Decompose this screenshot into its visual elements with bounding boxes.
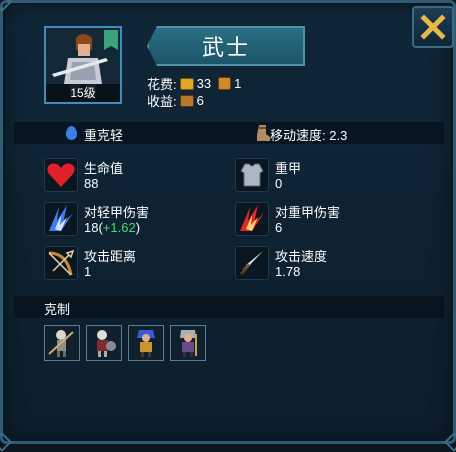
bow-icon: [44, 246, 78, 280]
skeleton-warrior-icon: [87, 326, 121, 360]
counter-band: 克制: [14, 296, 444, 318]
corner-ornament: [0, 432, 12, 452]
unit-portrait: 15级: [44, 26, 122, 104]
income-value: 6: [196, 93, 204, 108]
move-speed: 移动速度: 2.3: [270, 128, 348, 143]
boot-icon: [257, 125, 270, 141]
counter-unit-grey-haired-mage[interactable]: [170, 325, 206, 361]
dmg-light-label: 对轻甲伤害: [84, 205, 150, 220]
income-chest-icon: [179, 94, 194, 107]
blue-haired-rogue-icon: [129, 326, 163, 360]
gold-icon: [179, 77, 194, 90]
corner-ornament: [444, 432, 456, 452]
supply-icon: [218, 77, 232, 90]
cost-supply: 1: [234, 76, 242, 91]
dmg-heavy-value: 6: [275, 220, 283, 235]
counter-unit-skeleton-spearman[interactable]: [44, 325, 80, 361]
hp-value: 88: [84, 176, 99, 191]
unit-level: 15级: [46, 84, 120, 102]
dmg-light-value-row: 18(+1.62): [84, 220, 140, 235]
unit-name: 武士: [147, 26, 305, 66]
bonus-close-paren: ): [135, 220, 141, 235]
cost-gold: 33: [196, 76, 212, 91]
dagger-icon: [235, 246, 269, 280]
dmg-light-value: 18: [84, 220, 99, 235]
range-label: 攻击距离: [84, 249, 137, 264]
blue-slash-icon: [44, 202, 78, 236]
corner-ornament: [0, 0, 12, 12]
light-armor-drop-icon: [66, 126, 77, 140]
grey-haired-mage-icon: [171, 326, 205, 360]
atk-speed-value: 1.78: [275, 264, 301, 279]
hp-label: 生命值: [84, 161, 124, 176]
dmg-light-bonus: +1.62: [102, 220, 136, 235]
close-icon: [420, 14, 446, 40]
counter-unit-blue-haired-rogue[interactable]: [128, 325, 164, 361]
counter-label: 克制: [44, 302, 71, 317]
close-button[interactable]: [412, 6, 454, 48]
income-label: 收益:: [147, 94, 177, 109]
range-value: 1: [84, 264, 92, 279]
atk-speed-label: 攻击速度: [275, 249, 328, 264]
counter-unit-skeleton-warrior[interactable]: [86, 325, 122, 361]
armor-class-label: 重克轻: [84, 128, 124, 143]
heart-icon: [44, 158, 78, 192]
armor-icon: [235, 158, 269, 192]
armor-value: 0: [275, 176, 283, 191]
income-row: 收益: 6: [147, 91, 204, 110]
red-slash-icon: [235, 202, 269, 236]
armor-label: 重甲: [275, 161, 302, 176]
dmg-heavy-label: 对重甲伤害: [275, 205, 341, 220]
skeleton-spearman-icon: [45, 326, 79, 360]
traits-band: 重克轻 移动速度: 2.3: [14, 122, 444, 144]
